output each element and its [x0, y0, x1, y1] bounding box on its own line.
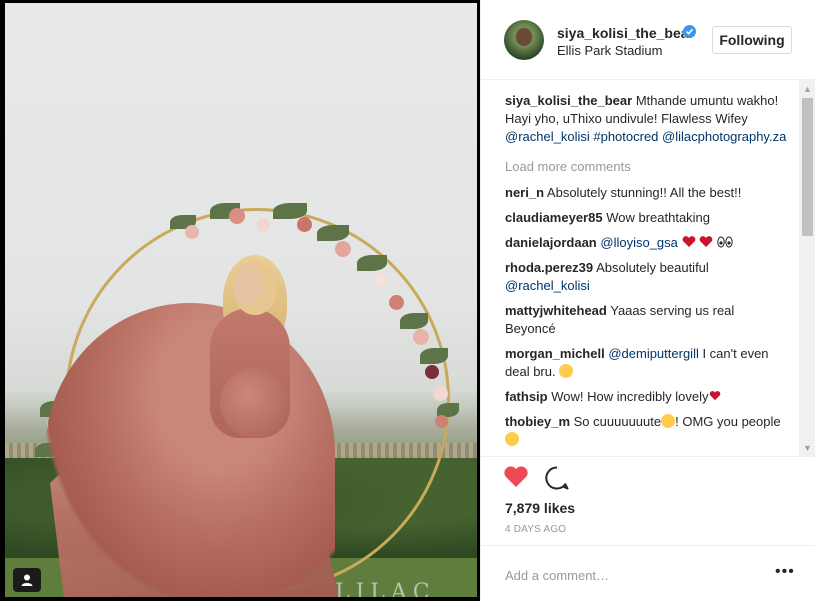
heart-emoji-icon [699, 236, 713, 247]
eyes-emoji-icon [717, 236, 733, 248]
add-comment-input[interactable] [505, 564, 755, 586]
heart-eyes-emoji-icon [505, 432, 519, 446]
comment-mention[interactable]: @rachel_kolisi [505, 278, 590, 293]
photo-flower [257, 218, 270, 231]
photo-leaf [400, 313, 428, 329]
comment-username[interactable]: rhoda.perez39 [505, 260, 593, 275]
comments-list: siya_kolisi_the_bear Mthande umuntu wakh… [505, 92, 787, 454]
post-username[interactable]: siya_kolisi_the_bear [557, 25, 694, 41]
photo-flower [433, 386, 448, 401]
photo-flower [425, 365, 439, 379]
comment-text: Absolutely beautiful [596, 260, 709, 275]
photo-dress [45, 303, 335, 597]
comment-item: claudiameyer85 Wow breathtaking [505, 209, 787, 227]
photo-flower [389, 295, 404, 310]
photo-flower [185, 225, 199, 239]
comment-item: danielajordaan @lloyiso_gsa [505, 234, 787, 252]
heart-emoji-icon [709, 391, 720, 401]
comment-text: Wow! How incredibly lovely [551, 389, 709, 404]
photo-flower [413, 329, 429, 345]
heart-eyes-emoji-icon [559, 364, 574, 378]
comment-item: mattyjwhitehead Yaaas serving us real Be… [505, 302, 787, 338]
photo-leaf [317, 225, 349, 241]
comment-text: So cuuuuuuute [573, 414, 662, 429]
comment-item: rhoda.perez39 Absolutely beautiful @rach… [505, 259, 787, 295]
photo-face [233, 261, 277, 315]
comment-mention[interactable]: @lloyiso_gsa [600, 235, 678, 250]
comment-mention[interactable]: @demiputtergill [608, 346, 699, 361]
photo-flower [335, 241, 351, 257]
comment-username[interactable]: thobiey_m [505, 414, 570, 429]
comments-scrollbar[interactable]: ▲ ▼ [799, 80, 815, 456]
heart-eyes-emoji-icon [661, 414, 676, 428]
heart-emoji-icon [682, 236, 695, 247]
scrollbar-thumb[interactable] [802, 98, 813, 236]
post-actions [481, 456, 815, 496]
comment-text: Wow breathtaking [606, 210, 711, 225]
post-header: siya_kolisi_the_bear Ellis Park Stadium … [481, 0, 815, 80]
load-more-comments-link[interactable]: Load more comments [505, 158, 787, 176]
post-side-panel: siya_kolisi_the_bear Ellis Park Stadium … [480, 0, 815, 601]
caption-mention-rachel[interactable]: @rachel_kolisi [505, 129, 590, 144]
add-comment-bar: ••• [481, 545, 815, 601]
photo-flower [297, 217, 312, 232]
verified-check-icon [685, 28, 694, 35]
post-timestamp[interactable]: 4 DAYS AGO [505, 524, 566, 535]
caption-mention-lilac[interactable]: @lilacphotography.za [662, 129, 786, 144]
avatar[interactable] [504, 20, 544, 60]
caption-username[interactable]: siya_kolisi_the_bear [505, 93, 632, 108]
following-button[interactable]: Following [712, 26, 792, 54]
more-options-icon[interactable]: ••• [775, 563, 795, 581]
heart-icon[interactable] [503, 465, 529, 489]
photo-flower [435, 415, 448, 428]
post-location[interactable]: Ellis Park Stadium [557, 43, 662, 58]
comment-username[interactable]: fathsip [505, 389, 548, 404]
comment-username[interactable]: neri_n [505, 185, 544, 200]
post-photo[interactable]: LILAC [5, 3, 477, 597]
comment-username[interactable]: morgan_michell [505, 346, 605, 361]
likes-count[interactable]: 7,879 likes [505, 500, 575, 516]
comment-username[interactable]: danielajordaan [505, 235, 597, 250]
verified-badge-icon [683, 25, 696, 38]
comment-item: thobiey_m So cuuuuuuute ! OMG you people [505, 413, 787, 449]
comment-item: morgan_michell @demiputtergill I can't e… [505, 345, 787, 381]
photo-flower [373, 273, 387, 287]
photo-flower [229, 208, 245, 224]
comment-item: fathsip Wow! How incredibly lovely [505, 388, 787, 406]
caption-hashtag[interactable]: #photocred [593, 129, 658, 144]
comment-username[interactable]: mattyjwhitehead [505, 303, 607, 318]
user-tag-icon[interactable] [13, 568, 41, 592]
post-photo-frame: LILAC [0, 0, 480, 601]
comment-item: neri_n Absolutely stunning!! All the bes… [505, 184, 787, 202]
user-tag-icon-svg [21, 574, 33, 586]
scroll-down-arrow-icon[interactable]: ▼ [799, 439, 815, 456]
comment-text-cont: ! OMG you people [675, 414, 781, 429]
instagram-post: LILAC siya_kolisi_the_bear Ellis Park St… [0, 0, 815, 601]
scroll-up-arrow-icon[interactable]: ▲ [799, 80, 815, 97]
comment-icon[interactable] [544, 465, 570, 491]
photo-leaf [357, 255, 387, 271]
comment-username[interactable]: claudiameyer85 [505, 210, 603, 225]
comment-text: Absolutely stunning!! All the best!! [546, 185, 742, 200]
caption: siya_kolisi_the_bear Mthande umuntu wakh… [505, 92, 787, 146]
photo-leaf [420, 348, 448, 364]
photo-watermark: LILAC [335, 580, 436, 597]
photo-belly [220, 368, 290, 438]
